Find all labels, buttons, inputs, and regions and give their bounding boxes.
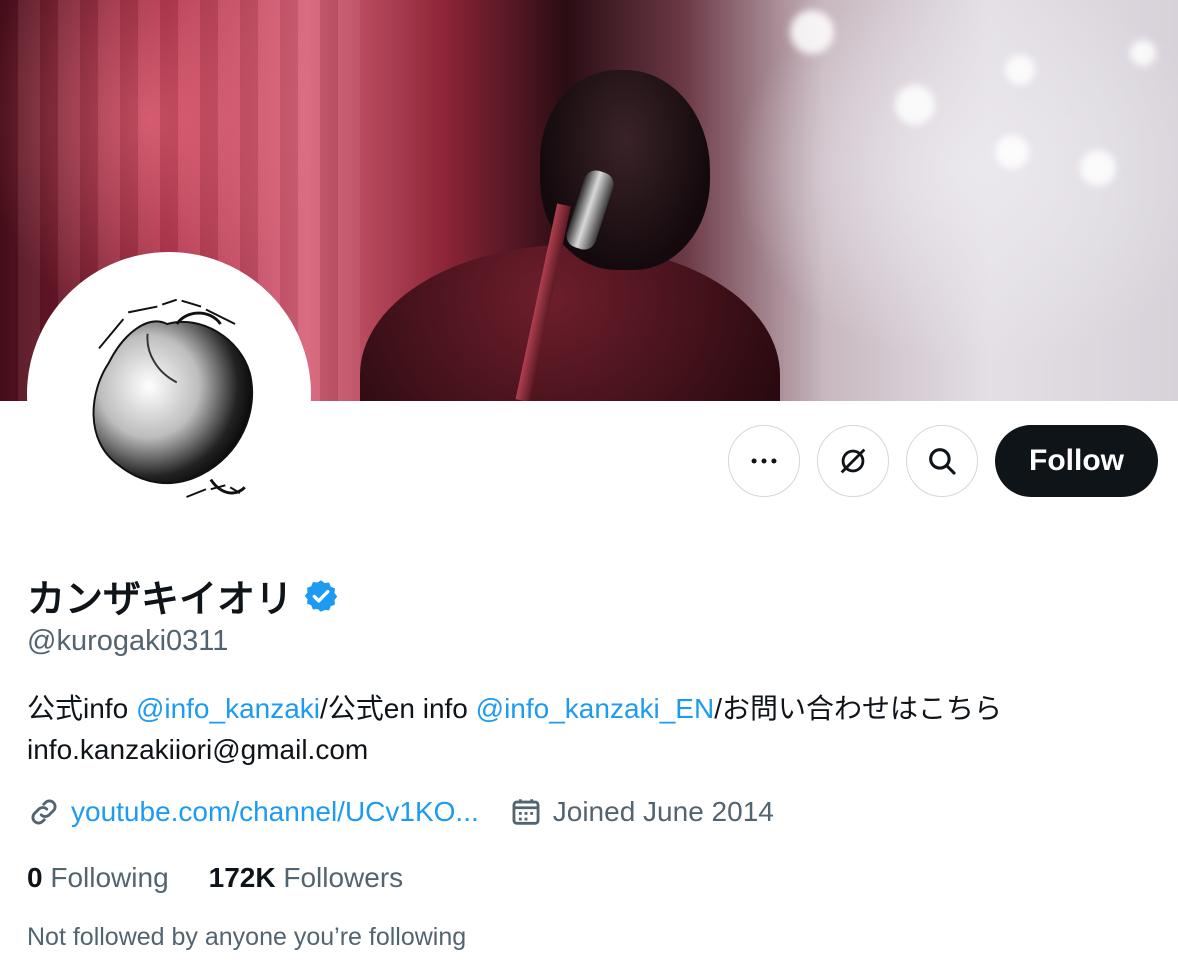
joined-date: Joined June 2014: [552, 796, 774, 827]
following-label: Following: [50, 862, 169, 893]
follow-button[interactable]: Follow: [995, 425, 1158, 497]
more-button[interactable]: [728, 425, 801, 497]
banner-light: [790, 10, 834, 54]
profile-stats: 0 Following 172K Followers: [27, 862, 443, 894]
banner-light: [1130, 40, 1156, 66]
verified-badge-icon[interactable]: [303, 578, 339, 614]
bio-mention-link[interactable]: @info_kanzaki_EN: [476, 693, 715, 724]
grok-icon: [840, 448, 866, 474]
banner-light: [1005, 55, 1035, 85]
search-button[interactable]: [906, 425, 979, 497]
followers-link[interactable]: 172K Followers: [209, 862, 404, 894]
banner-performer-body: [360, 245, 780, 401]
display-name-row: カンザキイオリ: [27, 568, 339, 623]
bio-text: /公式en info: [320, 693, 476, 724]
bio-mention-link[interactable]: @info_kanzaki: [136, 693, 320, 724]
banner-performer-head: [540, 70, 710, 270]
search-icon: [929, 448, 956, 475]
banner-light: [895, 85, 935, 125]
website-link[interactable]: youtube.com/channel/UCv1KO...: [71, 796, 479, 828]
profile-handle: @kurogaki0311: [27, 625, 229, 657]
calendar-icon: [512, 799, 540, 825]
anatomical-heart-logo: [92, 298, 254, 498]
followers-count: 172K: [208, 862, 276, 893]
followers-label: Followers: [283, 862, 404, 893]
bio-text: 公式info: [27, 693, 136, 724]
display-name: カンザキイオリ: [27, 579, 294, 621]
following-count: 0: [27, 862, 43, 893]
link-icon: [31, 799, 57, 825]
profile-website: youtube.com/channel/UCv1KO...: [27, 795, 479, 829]
profile-bio: 公式info @info_kanzaki/公式en info @info_kan…: [27, 688, 1147, 770]
grok-button[interactable]: [817, 425, 890, 497]
profile-actions: Follow: [728, 425, 1158, 497]
more-horizontal-icon: [751, 458, 777, 464]
banner-light: [995, 135, 1029, 169]
followed-by-note: Not followed by anyone you’re following: [27, 923, 467, 951]
banner-light: [1080, 150, 1116, 186]
profile-joined: Joined June 2014: [509, 795, 774, 829]
profile-avatar[interactable]: [27, 252, 311, 536]
following-link[interactable]: 0 Following: [27, 862, 169, 894]
profile-meta: youtube.com/channel/UCv1KO... Joined Jun…: [27, 795, 804, 829]
